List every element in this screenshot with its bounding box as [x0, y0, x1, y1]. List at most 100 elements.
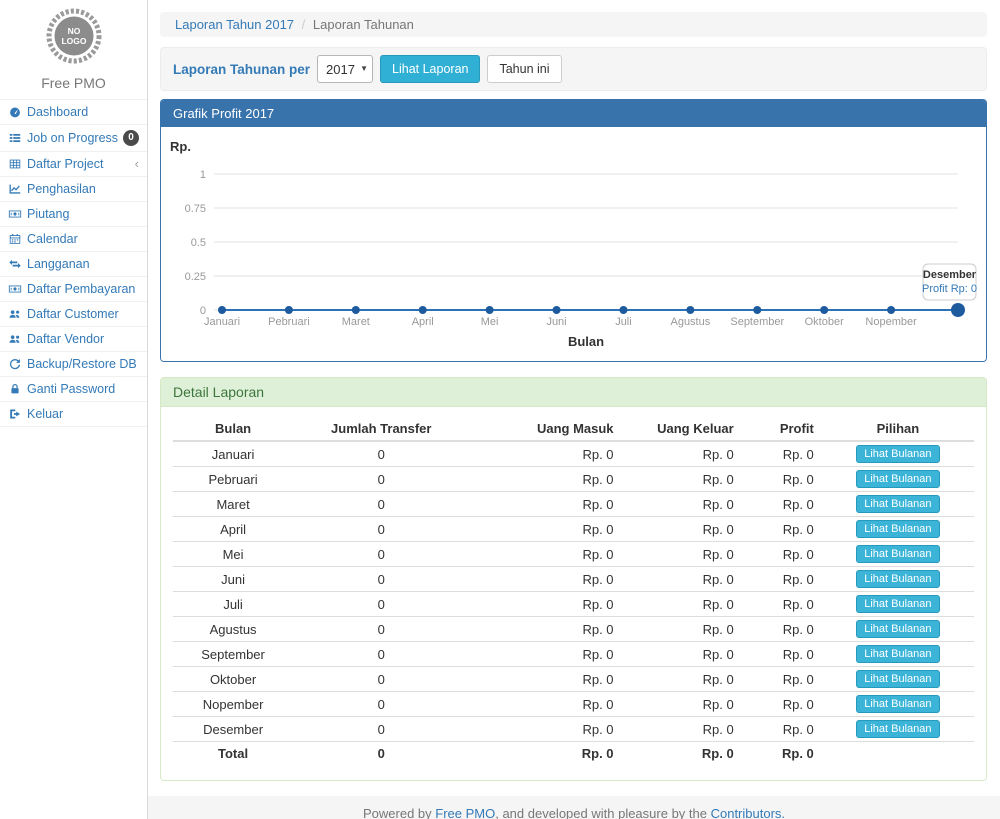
total-cell: 0: [293, 742, 469, 766]
lihat-bulanan-button[interactable]: Lihat Bulanan: [856, 570, 939, 588]
table-cell-action: Lihat Bulanan: [822, 492, 974, 517]
column-header-uang-keluar: Uang Keluar: [622, 417, 742, 441]
dashboard-icon: [8, 105, 22, 119]
lihat-bulanan-button[interactable]: Lihat Bulanan: [856, 595, 939, 613]
table-row-april: April0Rp. 0Rp. 0Rp. 0Lihat Bulanan: [173, 517, 974, 542]
data-point: [218, 306, 226, 314]
detail-panel: Detail Laporan BulanJumlah TransferUang …: [160, 377, 987, 781]
sidebar-item-penghasilan[interactable]: Penghasilan: [0, 176, 147, 201]
data-point: [619, 306, 627, 314]
table-cell-action: Lihat Bulanan: [822, 667, 974, 692]
data-point: [887, 306, 895, 314]
table-cell: Rp. 0: [469, 667, 621, 692]
contributors-link[interactable]: Contributors.: [711, 806, 785, 819]
table-cell: Juni: [173, 567, 293, 592]
sidebar-nav: DashboardJob on Progress0Daftar Project‹…: [0, 99, 147, 427]
lihat-bulanan-button[interactable]: Lihat Bulanan: [856, 645, 939, 663]
lihat-bulanan-button[interactable]: Lihat Bulanan: [856, 620, 939, 638]
users-icon: [8, 307, 22, 321]
x-axis-title: Bulan: [568, 334, 604, 349]
table-row-mei: Mei0Rp. 0Rp. 0Rp. 0Lihat Bulanan: [173, 542, 974, 567]
x-tick-label: Juli: [615, 316, 632, 328]
table-cell: Rp. 0: [622, 467, 742, 492]
table-cell: Rp. 0: [469, 542, 621, 567]
sidebar: NO LOGO Free PMO DashboardJob on Progres…: [0, 0, 148, 819]
table-cell: Rp. 0: [469, 642, 621, 667]
table-cell: Rp. 0: [622, 667, 742, 692]
sidebar-item-daftar-vendor[interactable]: Daftar Vendor: [0, 326, 147, 351]
footer-text-prefix: Powered by: [363, 806, 435, 819]
table-cell: Rp. 0: [622, 642, 742, 667]
sidebar-item-langganan[interactable]: Langganan: [0, 251, 147, 276]
free-pmo-link[interactable]: Free PMO: [435, 806, 495, 819]
table-cell: Rp. 0: [622, 492, 742, 517]
x-tick-label: Pebruari: [268, 316, 310, 328]
lihat-bulanan-button[interactable]: Lihat Bulanan: [856, 720, 939, 738]
table-row-september: September0Rp. 0Rp. 0Rp. 0Lihat Bulanan: [173, 642, 974, 667]
table-cell: Maret: [173, 492, 293, 517]
y-tick-label: 0.75: [185, 203, 206, 215]
lihat-bulanan-button[interactable]: Lihat Bulanan: [856, 470, 939, 488]
x-tick-label: Mei: [481, 316, 499, 328]
sidebar-item-job-on-progress[interactable]: Job on Progress0: [0, 124, 147, 151]
sidebar-item-keluar[interactable]: Keluar: [0, 401, 147, 427]
money-icon: [8, 207, 22, 221]
sidebar-item-daftar-project[interactable]: Daftar Project‹: [0, 151, 147, 176]
data-point: [352, 306, 360, 314]
chart-panel: Grafik Profit 2017 Rp.10.750.50.250Janua…: [160, 99, 987, 362]
sidebar-item-piutang[interactable]: Piutang: [0, 201, 147, 226]
detail-table: BulanJumlah TransferUang MasukUang Kelua…: [173, 417, 974, 766]
total-row: Total0Rp. 0Rp. 0Rp. 0: [173, 742, 974, 766]
lihat-bulanan-button[interactable]: Lihat Bulanan: [856, 495, 939, 513]
lihat-bulanan-button[interactable]: Lihat Bulanan: [856, 520, 939, 538]
total-cell: Rp. 0: [622, 742, 742, 766]
lihat-bulanan-button[interactable]: Lihat Bulanan: [856, 670, 939, 688]
sidebar-item-daftar-customer[interactable]: Daftar Customer: [0, 301, 147, 326]
table-cell: Rp. 0: [742, 617, 822, 642]
table-cell-action: Lihat Bulanan: [822, 542, 974, 567]
sidebar-item-label: Daftar Customer: [27, 307, 119, 321]
table-cell: Rp. 0: [469, 517, 621, 542]
sidebar-item-daftar-pembayaran[interactable]: Daftar Pembayaran: [0, 276, 147, 301]
profit-line-chart: Rp.10.750.50.250JanuariPebruariMaretApri…: [168, 133, 978, 355]
sidebar-item-dashboard[interactable]: Dashboard: [0, 99, 147, 124]
tahun-ini-button[interactable]: Tahun ini: [487, 55, 561, 83]
table-cell: Rp. 0: [469, 692, 621, 717]
table-cell: Rp. 0: [742, 467, 822, 492]
table-cell-action: Lihat Bulanan: [822, 441, 974, 467]
sidebar-item-label: Daftar Vendor: [27, 332, 104, 346]
table-row-juli: Juli0Rp. 0Rp. 0Rp. 0Lihat Bulanan: [173, 592, 974, 617]
table-cell-action: Lihat Bulanan: [822, 567, 974, 592]
retweet-icon: [8, 257, 22, 271]
data-point: [285, 306, 293, 314]
chart-panel-title: Grafik Profit 2017: [161, 100, 986, 127]
lihat-bulanan-button[interactable]: Lihat Bulanan: [856, 445, 939, 463]
sidebar-item-label: Daftar Project: [27, 157, 103, 171]
x-tick-label: Oktober: [805, 316, 844, 328]
x-tick-label: April: [412, 316, 434, 328]
table-cell: Rp. 0: [742, 567, 822, 592]
column-header-uang-masuk: Uang Masuk: [469, 417, 621, 441]
table-cell-action: Lihat Bulanan: [822, 642, 974, 667]
chart-panel-body: Rp.10.750.50.250JanuariPebruariMaretApri…: [161, 127, 986, 361]
sidebar-item-ganti-password[interactable]: Ganti Password: [0, 376, 147, 401]
table-cell: Rp. 0: [742, 517, 822, 542]
lihat-bulanan-button[interactable]: Lihat Bulanan: [856, 545, 939, 563]
sidebar-item-calendar[interactable]: Calendar: [0, 226, 147, 251]
table-cell: Oktober: [173, 667, 293, 692]
year-select[interactable]: 2017: [317, 55, 373, 83]
x-tick-label: Agustus: [670, 316, 710, 328]
breadcrumb-link[interactable]: Laporan Tahun 2017: [175, 17, 294, 32]
table-row-desember: Desember0Rp. 0Rp. 0Rp. 0Lihat Bulanan: [173, 717, 974, 742]
table-cell: Rp. 0: [469, 592, 621, 617]
table-cell: 0: [293, 542, 469, 567]
sidebar-item-backup-restore-db[interactable]: Backup/Restore DB: [0, 351, 147, 376]
lihat-laporan-button[interactable]: Lihat Laporan: [380, 55, 480, 83]
table-row-maret: Maret0Rp. 0Rp. 0Rp. 0Lihat Bulanan: [173, 492, 974, 517]
lihat-bulanan-button[interactable]: Lihat Bulanan: [856, 695, 939, 713]
detail-panel-body: BulanJumlah TransferUang MasukUang Kelua…: [161, 407, 986, 780]
table-cell: 0: [293, 492, 469, 517]
table-cell: Rp. 0: [622, 692, 742, 717]
app-window: NO LOGO Free PMO DashboardJob on Progres…: [0, 0, 1000, 819]
table-cell: 0: [293, 517, 469, 542]
